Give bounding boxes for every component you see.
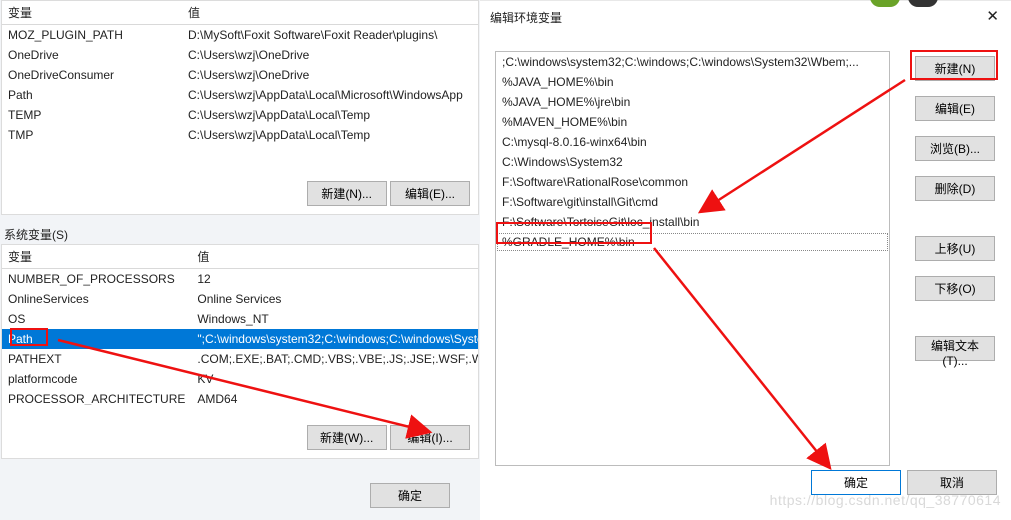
table-row[interactable]: platformcodeKV [2,369,478,389]
list-item[interactable]: %JAVA_HOME%\bin [496,72,889,92]
col-header-val[interactable]: 值 [191,245,478,269]
col-header-var[interactable]: 变量 [2,245,191,269]
delete-entry-button[interactable]: 删除(D) [915,176,995,201]
edit-system-var-button[interactable]: 编辑(I)... [390,425,470,450]
list-item[interactable]: F:\Software\git\install\Git\cmd [496,192,889,212]
system-vars-label: 系统变量(S) [4,226,68,243]
system-vars-tablewrap: 变量 值 NUMBER_OF_PROCESSORS12 OnlineServic… [2,245,478,405]
table-row-selected[interactable]: Path";C:\windows\system32;C:\windows;C:\… [2,329,478,349]
table-row[interactable]: TEMPC:\Users\wzj\AppData\Local\Temp [2,105,478,125]
list-item[interactable]: C:\Windows\System32 [496,152,889,172]
list-item[interactable]: F:\Software\TortoiseGit\loc_install\bin [496,212,889,232]
new-user-var-button[interactable]: 新建(N)... [307,181,387,206]
list-item[interactable]: F:\Software\RationalRose\common [496,172,889,192]
table-row[interactable]: PATHEXT.COM;.EXE;.BAT;.CMD;.VBS;.VBE;.JS… [2,349,478,369]
list-item[interactable]: %JAVA_HOME%\jre\bin [496,92,889,112]
list-item[interactable]: C:\mysql-8.0.16-winx64\bin [496,132,889,152]
path-cancel-button[interactable]: 取消 [907,470,997,495]
edit-user-var-button[interactable]: 编辑(E)... [390,181,470,206]
close-icon[interactable]: ✕ [986,7,999,25]
table-row[interactable]: MOZ_PLUGIN_PATHD:\MySoft\Foxit Software\… [2,25,478,46]
system-vars-table[interactable]: 变量 值 NUMBER_OF_PROCESSORS12 OnlineServic… [2,245,478,405]
table-row[interactable]: TMPC:\Users\wzj\AppData\Local\Temp [2,125,478,145]
table-row[interactable]: PROCESSOR_ARCHITECTUREAMD64 [2,389,478,405]
env-ok-button[interactable]: 确定 [370,483,450,508]
env-vars-dialog: 变量 值 MOZ_PLUGIN_PATHD:\MySoft\Foxit Soft… [0,0,480,520]
col-header-val[interactable]: 值 [182,1,478,25]
list-item[interactable]: ;C:\windows\system32;C:\windows;C:\windo… [496,52,889,72]
list-item[interactable]: %MAVEN_HOME%\bin [496,112,889,132]
env-dialog-ok-row: 确定 [370,483,450,508]
user-vars-buttons: 新建(N)... 编辑(E)... [307,181,470,206]
system-vars-table-box: 变量 值 NUMBER_OF_PROCESSORS12 OnlineServic… [1,244,479,459]
col-header-var[interactable]: 变量 [2,1,182,25]
browse-entry-button[interactable]: 浏览(B)... [915,136,995,161]
new-system-var-button[interactable]: 新建(W)... [307,425,387,450]
system-vars-buttons: 新建(W)... 编辑(I)... [307,425,470,450]
edit-text-button[interactable]: 编辑文本(T)... [915,336,995,361]
new-entry-button[interactable]: 新建(N) [915,56,995,81]
table-row[interactable]: OneDriveC:\Users\wzj\OneDrive [2,45,478,65]
user-vars-table[interactable]: 变量 值 MOZ_PLUGIN_PATHD:\MySoft\Foxit Soft… [2,1,478,145]
table-row[interactable]: OneDriveConsumerC:\Users\wzj\OneDrive [2,65,478,85]
move-up-button[interactable]: 上移(U) [915,236,995,261]
dialog-title: 编辑环境变量 [490,9,562,26]
table-row[interactable]: OSWindows_NT [2,309,478,329]
decor-icon [866,0,956,15]
edit-path-dialog: 编辑环境变量 ✕ ;C:\windows\system32;C:\windows… [480,0,1011,520]
move-down-button[interactable]: 下移(O) [915,276,995,301]
path-entries-list[interactable]: ;C:\windows\system32;C:\windows;C:\windo… [495,51,890,466]
table-row[interactable]: OnlineServicesOnline Services [2,289,478,309]
user-vars-tablewrap: 变量 值 MOZ_PLUGIN_PATHD:\MySoft\Foxit Soft… [2,1,478,161]
path-ok-button[interactable]: 确定 [811,470,901,495]
edit-entry-button[interactable]: 编辑(E) [915,96,995,121]
table-row[interactable]: PathC:\Users\wzj\AppData\Local\Microsoft… [2,85,478,105]
table-row[interactable]: NUMBER_OF_PROCESSORS12 [2,269,478,290]
list-item-selected[interactable]: %GRADLE_HOME%\bin [496,232,889,252]
user-vars-table-box: 变量 值 MOZ_PLUGIN_PATHD:\MySoft\Foxit Soft… [1,0,479,215]
